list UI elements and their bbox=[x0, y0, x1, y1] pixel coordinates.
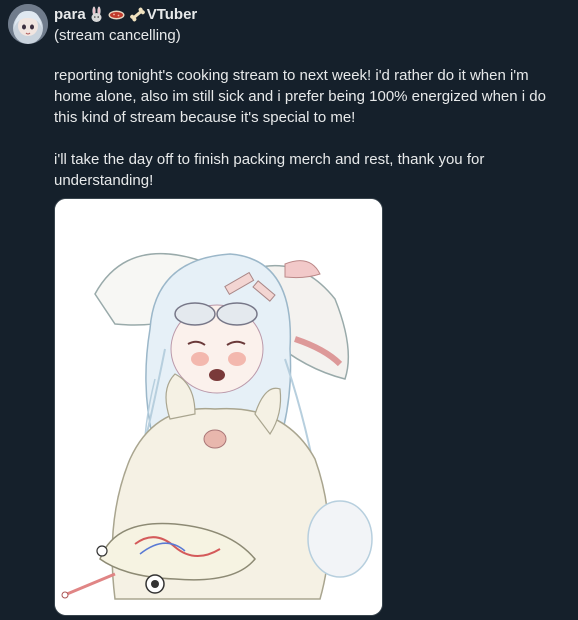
avatar-image bbox=[8, 4, 48, 44]
post-paragraph: reporting tonight's cooking stream to ne… bbox=[54, 67, 546, 126]
post-paragraph: i'll take the day off to finish packing … bbox=[54, 151, 485, 189]
post: para VTuber (stream cancelling) reportin… bbox=[0, 0, 578, 620]
author-suffix-label: VTuber bbox=[146, 5, 198, 23]
rabbit-icon bbox=[88, 6, 105, 23]
post-media-image[interactable] bbox=[54, 198, 383, 616]
sausage-icon bbox=[107, 6, 126, 23]
post-body: reporting tonight's cooking stream to ne… bbox=[54, 65, 569, 212]
author-display-name[interactable]: para bbox=[54, 6, 86, 23]
avatar[interactable] bbox=[8, 4, 48, 44]
post-subtitle: (stream cancelling) bbox=[54, 27, 181, 44]
post-header: para VTuber bbox=[54, 4, 197, 24]
bone-icon bbox=[128, 6, 147, 23]
illustration bbox=[55, 199, 382, 615]
